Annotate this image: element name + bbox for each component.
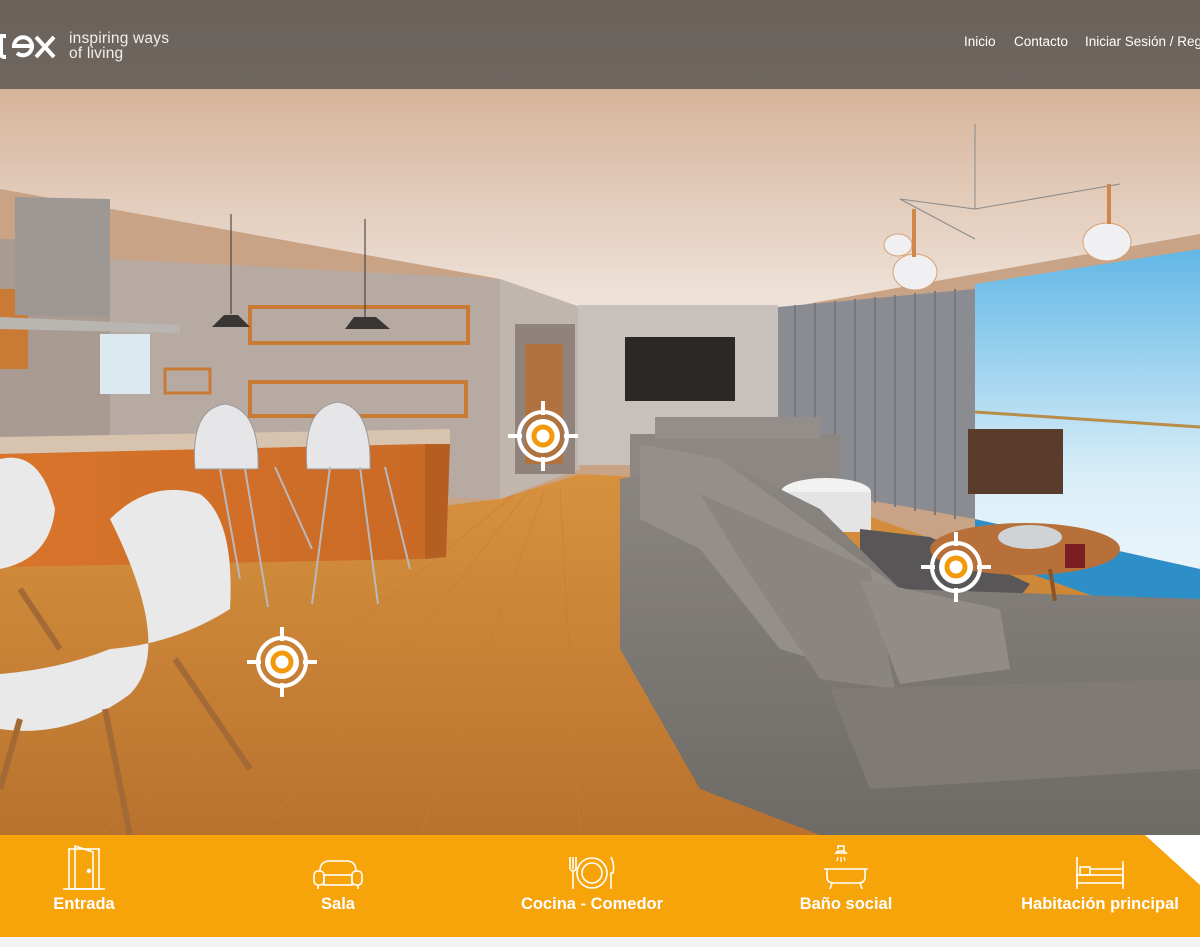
target-icon	[247, 627, 317, 697]
footer-strip	[0, 937, 1200, 947]
nav-inicio[interactable]: Inicio	[964, 34, 996, 49]
target-icon	[508, 401, 578, 471]
bathtub-icon	[822, 835, 870, 891]
room-label: Entrada	[53, 895, 115, 913]
room-cocina-comedor[interactable]: Cocina - Comedor	[512, 835, 672, 937]
door-icon	[61, 835, 107, 891]
site-header: inspiring ways of living Inicio Contacto…	[0, 0, 1200, 89]
panorama-viewer[interactable]	[0, 89, 1200, 835]
hotspot-kitchen[interactable]	[247, 627, 317, 697]
tagline-line1: inspiring ways	[69, 30, 170, 47]
nav-contacto[interactable]: Contacto	[1014, 34, 1068, 49]
brand-tagline: inspiring ways of living	[69, 30, 170, 62]
room-label: Baño social	[799, 895, 893, 913]
logo-mark-icon	[0, 34, 56, 59]
hotspot-living[interactable]	[921, 532, 991, 602]
room-bano-social[interactable]: Baño social	[786, 835, 906, 937]
hotspot-hallway[interactable]	[508, 401, 578, 471]
tagline-line2: of living	[69, 45, 124, 62]
room-navigation-bar: Entrada Sala Cocina - Comedor Baño socia…	[0, 835, 1200, 937]
dining-plate-icon	[567, 835, 617, 891]
room-label: Cocina - Comedor	[520, 895, 664, 913]
bed-icon	[1074, 835, 1126, 891]
sofa-icon	[312, 835, 364, 891]
room-sala[interactable]: Sala	[288, 835, 388, 937]
target-icon	[921, 532, 991, 602]
room-entrada[interactable]: Entrada	[34, 835, 134, 937]
room-habitacion-principal[interactable]: Habitación principal	[1015, 835, 1185, 937]
room-label: Habitación principal	[1021, 895, 1179, 913]
nav-login-register[interactable]: Iniciar Sesión / Regis	[1085, 34, 1200, 49]
apartment-render	[0, 89, 1200, 835]
room-label: Sala	[321, 895, 355, 913]
